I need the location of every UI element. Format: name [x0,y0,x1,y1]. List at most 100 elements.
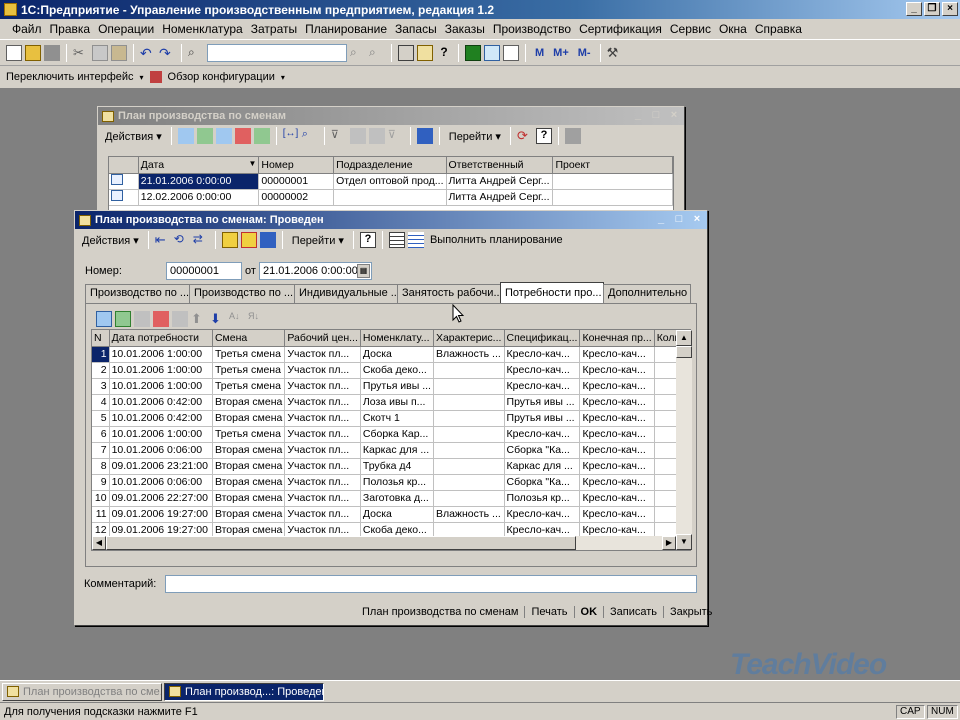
scroll-right-icon[interactable]: ▶ [662,536,676,550]
table-cell[interactable]: Вторая смена [212,410,286,427]
table-cell[interactable] [433,394,505,411]
table-cell[interactable]: 10.01.2006 1:00:00 [109,426,213,443]
menu-stock[interactable]: Запасы [391,22,441,36]
row-number-cell[interactable]: 7 [92,442,110,459]
table-row[interactable]: 12.02.2006 0:00:00 00000002 Литта Андрей… [109,189,673,206]
menu-costs[interactable]: Затраты [247,22,301,36]
table-cell[interactable]: Кресло-кач... [579,346,655,363]
help-icon[interactable]: ? [436,45,452,61]
scroll-down-icon[interactable]: ▼ [676,534,692,550]
calculator-icon[interactable] [465,44,481,61]
row-number-cell[interactable]: 10 [92,490,110,507]
tab-individual[interactable]: Индивидуальные ... [294,284,398,303]
col-nomenclature-header[interactable]: Номенклату... [360,330,434,347]
menu-service[interactable]: Сервис [666,22,715,36]
minimize-icon[interactable]: _ [654,213,668,226]
post-icon[interactable] [253,128,270,144]
table-cell[interactable]: Прутья ивы ... [360,378,434,395]
row-number-cell[interactable]: 8 [92,458,110,475]
menu-planning[interactable]: Планирование [301,22,391,36]
row-number-cell[interactable]: 6 [92,426,110,443]
table-row[interactable]: 10 09.01.2006 22:27:00 Вторая смена Участок… [92,490,690,507]
table-cell[interactable]: Кресло-кач... [579,378,655,395]
table-cell[interactable]: Скотч 1 [360,410,434,427]
memory-m-button[interactable]: M [532,47,547,59]
copy-row-icon[interactable] [115,311,131,327]
hscroll-thumb[interactable] [106,536,576,550]
close-icon[interactable]: × [942,2,958,16]
table-cell[interactable]: Прутья ивы ... [504,410,581,427]
table-cell[interactable]: Участок пл... [284,410,361,427]
menu-operations[interactable]: Операции [94,22,158,36]
add-icon[interactable] [177,128,194,144]
table-cell[interactable]: Третья смена [212,346,286,363]
table-cell[interactable]: Прутья ивы ... [504,394,581,411]
table-cell[interactable]: Скоба деко... [360,362,434,379]
row-number-cell[interactable]: 9 [92,474,110,491]
date-field[interactable]: 21.01.2006 0:00:00 ▦ [259,262,372,280]
table-cell[interactable] [433,490,505,507]
planning-icon[interactable] [407,232,424,248]
table-cell[interactable]: Кресло-кач... [579,426,655,443]
minimize-icon[interactable]: _ [631,109,645,122]
table-cell[interactable]: Каркас для ... [504,458,581,475]
col-division-header[interactable]: Подразделение [333,157,447,174]
row-number-cell[interactable]: 4 [92,394,110,411]
menu-orders[interactable]: Заказы [441,22,489,36]
search-combo[interactable] [207,43,347,62]
table-cell[interactable]: Вторая смена [212,458,286,475]
dropdown-arrow-icon[interactable]: ▾ [140,73,144,82]
table-cell[interactable]: Участок пл... [284,346,361,363]
table-cell[interactable]: Третья смена [212,362,286,379]
edit-row-icon[interactable] [134,311,150,327]
table-row[interactable]: 2 10.01.2006 1:00:00 Третья смена Участок п… [92,362,690,379]
table-cell[interactable] [433,458,505,475]
actions-menu-button[interactable]: Действия ▾ [102,130,165,143]
menu-production[interactable]: Производство [489,22,575,36]
col-specification-header[interactable]: Спецификац... [504,330,581,347]
end-edit-icon[interactable] [172,311,188,327]
row-number-cell[interactable]: 1 [92,346,110,363]
col-n-header[interactable]: N [92,330,110,347]
filter-off-icon[interactable]: ⊽ [388,128,404,144]
print-button[interactable]: Печать [524,606,573,618]
goto-menu-button[interactable]: Перейти ▾ [289,234,347,247]
switch-interface-button[interactable]: Переключить интерфейс [6,71,134,83]
filter-icon[interactable]: ⊽ [331,128,347,144]
text-doc-icon[interactable] [503,44,519,61]
menu-windows[interactable]: Окна [715,22,751,36]
table-cell[interactable]: Вторая смена [212,506,286,523]
save-button[interactable]: Записать [603,606,663,618]
table-cell[interactable]: 10.01.2006 1:00:00 [109,378,213,395]
table-cell[interactable]: Кресло-кач... [504,378,581,395]
restore-icon[interactable]: ❐ [924,2,940,16]
cut-icon[interactable]: ✂ [73,45,89,61]
comment-field[interactable] [165,575,697,593]
table-cell[interactable]: Участок пл... [284,378,361,395]
table-cell[interactable]: Участок пл... [284,490,361,507]
menu-nomenclature[interactable]: Номенклатура [158,22,247,36]
row-number-cell[interactable]: 5 [92,410,110,427]
print-icon[interactable] [564,128,581,144]
memory-m-plus-button[interactable]: M+ [550,47,572,59]
delete-row-icon[interactable] [153,311,169,327]
table-cell[interactable] [433,474,505,491]
ok-button[interactable]: OK [573,606,604,618]
table-cell[interactable]: Участок пл... [284,394,361,411]
table-cell[interactable]: 10.01.2006 0:06:00 [109,442,213,459]
table-cell[interactable]: 10.01.2006 0:42:00 [109,410,213,427]
table-cell[interactable]: Участок пл... [284,442,361,459]
table-row[interactable]: 6 10.01.2006 1:00:00 Третья смена Участок п… [92,426,690,443]
calendar-icon[interactable] [417,44,433,61]
row-number-cell[interactable]: 11 [92,506,110,523]
menu-certification[interactable]: Сертификация [575,22,666,36]
requirements-grid[interactable]: N Дата потребности Смена Рабочий цен... … [91,329,691,551]
filter-list-icon[interactable] [368,128,385,144]
post-doc-icon[interactable] [221,232,238,248]
table-cell[interactable]: Доска [360,506,434,523]
table-cell[interactable]: 09.01.2006 19:27:00 [109,506,213,523]
table-cell[interactable]: Доска [360,346,434,363]
paste-icon[interactable] [111,44,127,61]
filter-value-icon[interactable] [349,128,366,144]
table-cell[interactable]: Участок пл... [284,362,361,379]
